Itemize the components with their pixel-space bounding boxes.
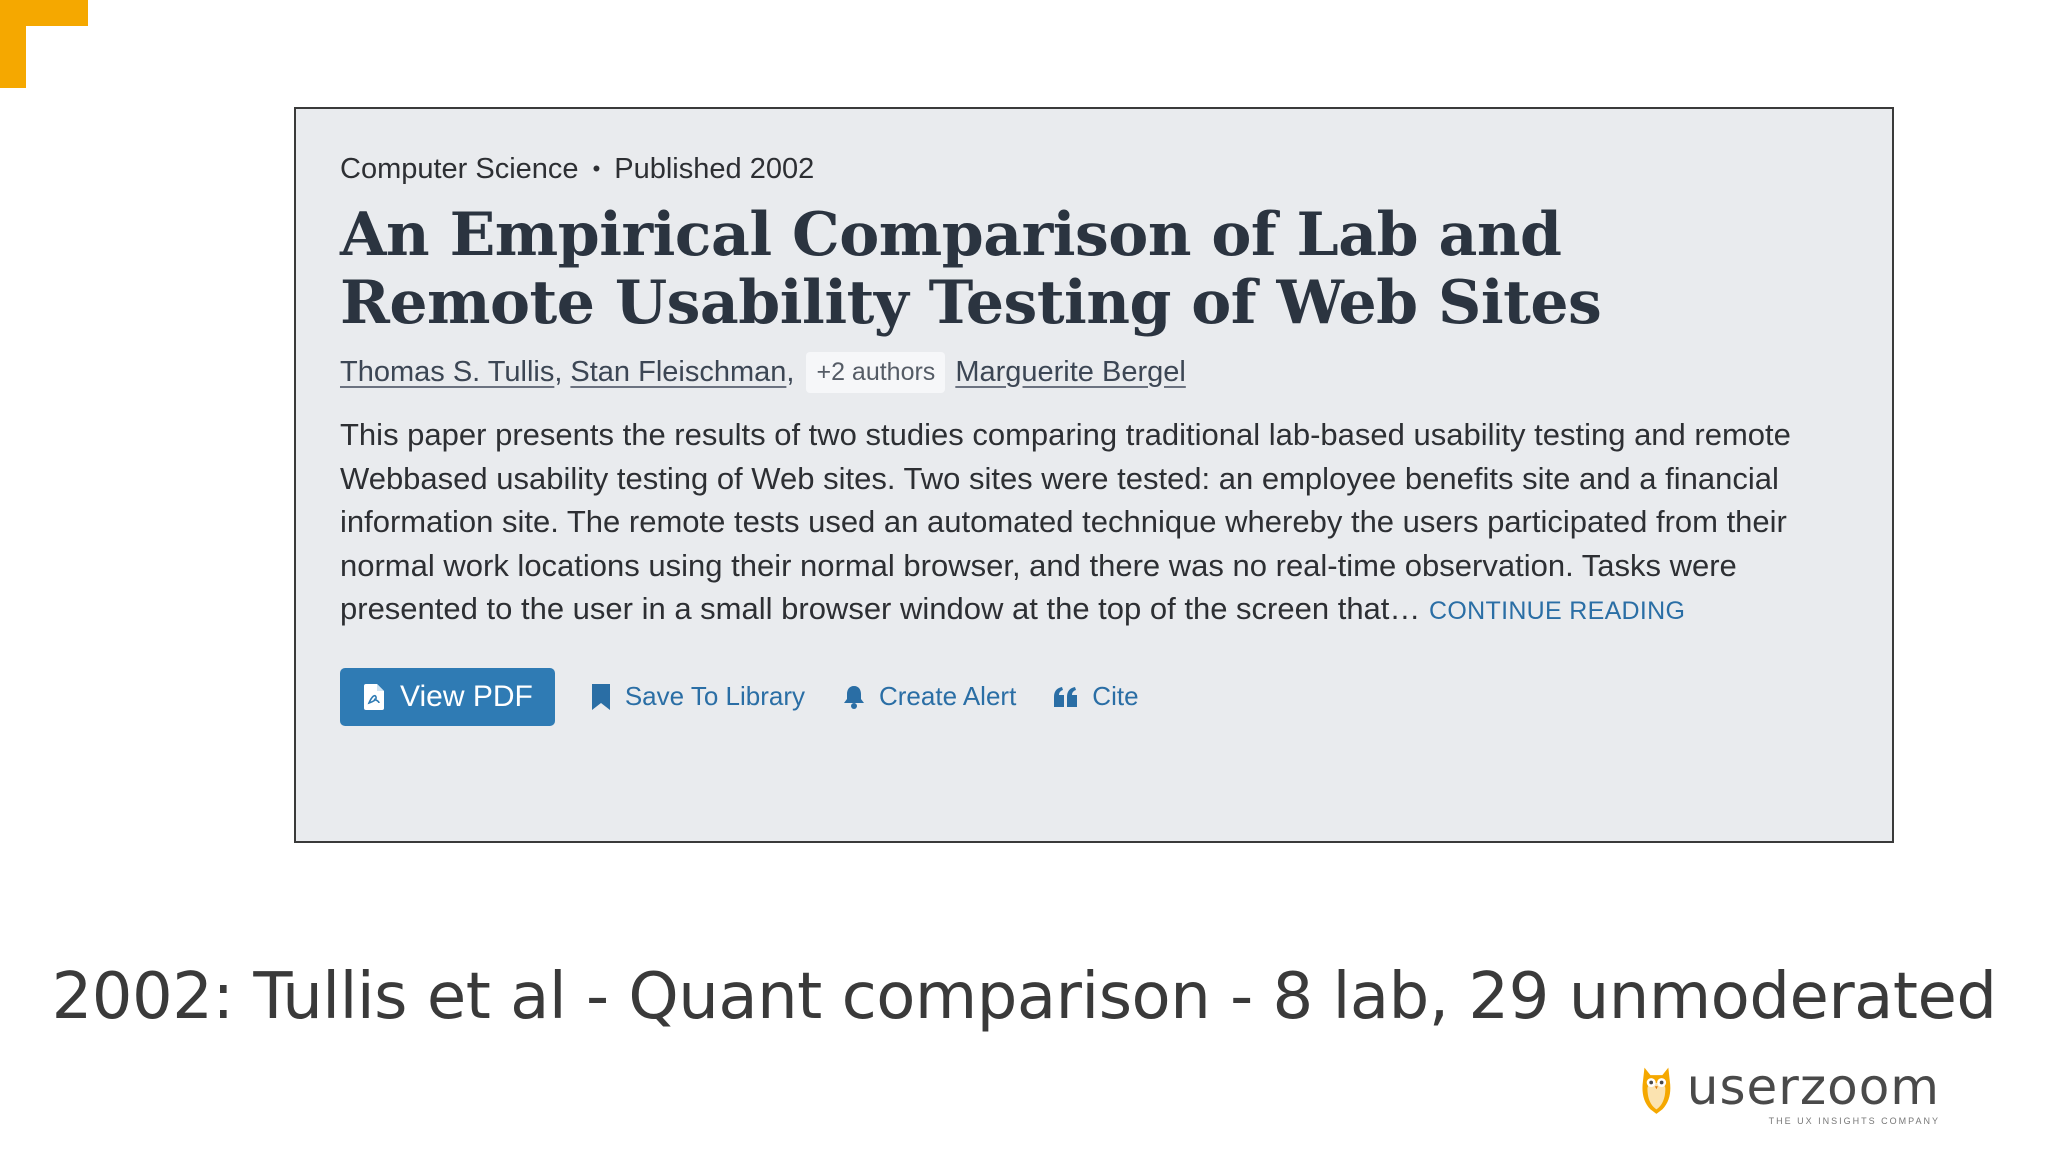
paper-title: An Empirical Comparison of Lab and Remot… bbox=[340, 200, 1602, 338]
paper-actions: View PDF Save To Library Create Alert Ci… bbox=[340, 667, 1892, 726]
author-link[interactable]: Marguerite Bergel bbox=[955, 356, 1186, 389]
save-to-library-label: Save To Library bbox=[624, 681, 805, 711]
cite-button[interactable]: Cite bbox=[1054, 681, 1139, 712]
slide: Computer Science • Published 2002 An Emp… bbox=[0, 0, 2048, 1152]
paper-field: Computer Science bbox=[340, 152, 579, 185]
corner-accent-vertical bbox=[0, 0, 26, 88]
paper-meta: Computer Science • Published 2002 bbox=[340, 149, 1892, 189]
quote-icon bbox=[1054, 686, 1078, 707]
userzoom-logo: userzoom THE UX INSIGHTS COMPANY bbox=[1640, 1058, 1940, 1138]
abstract-text: This paper presents the results of two s… bbox=[340, 417, 1791, 626]
paper-published: Published 2002 bbox=[614, 152, 815, 185]
meta-separator: • bbox=[592, 156, 601, 181]
author-list: Thomas S. Tullis , Stan Fleischman , +2 … bbox=[340, 349, 1892, 395]
logo-text: userzoom THE UX INSIGHTS COMPANY bbox=[1687, 1062, 1940, 1126]
bell-icon bbox=[844, 685, 864, 709]
author-separator: , bbox=[554, 355, 563, 388]
author-separator: , bbox=[786, 355, 795, 388]
view-pdf-label: View PDF bbox=[400, 679, 533, 713]
cite-label: Cite bbox=[1092, 681, 1139, 711]
author-link[interactable]: Stan Fleischman bbox=[570, 356, 786, 389]
paper-abstract: This paper presents the results of two s… bbox=[340, 413, 1840, 634]
more-authors-button[interactable]: +2 authors bbox=[806, 351, 946, 393]
create-alert-button[interactable]: Create Alert bbox=[843, 681, 1016, 712]
logo-wordmark: userzoom bbox=[1686, 1058, 1940, 1116]
corner-accent bbox=[0, 0, 88, 88]
paper-card-screenshot: Computer Science • Published 2002 An Emp… bbox=[294, 107, 1894, 843]
view-pdf-button[interactable]: View PDF bbox=[340, 667, 555, 726]
bookmark-icon bbox=[591, 683, 610, 710]
slide-caption: 2002: Tullis et al - Quant comparison - … bbox=[51, 960, 1997, 1034]
save-to-library-button[interactable]: Save To Library bbox=[591, 681, 805, 712]
create-alert-label: Create Alert bbox=[879, 681, 1017, 711]
owl-icon bbox=[1642, 1067, 1671, 1114]
continue-reading-link[interactable]: Continue Reading bbox=[1429, 597, 1685, 625]
logo-tagline: THE UX INSIGHTS COMPANY bbox=[1768, 1116, 1940, 1126]
pdf-file-icon bbox=[364, 683, 384, 710]
author-link[interactable]: Thomas S. Tullis bbox=[340, 356, 554, 389]
